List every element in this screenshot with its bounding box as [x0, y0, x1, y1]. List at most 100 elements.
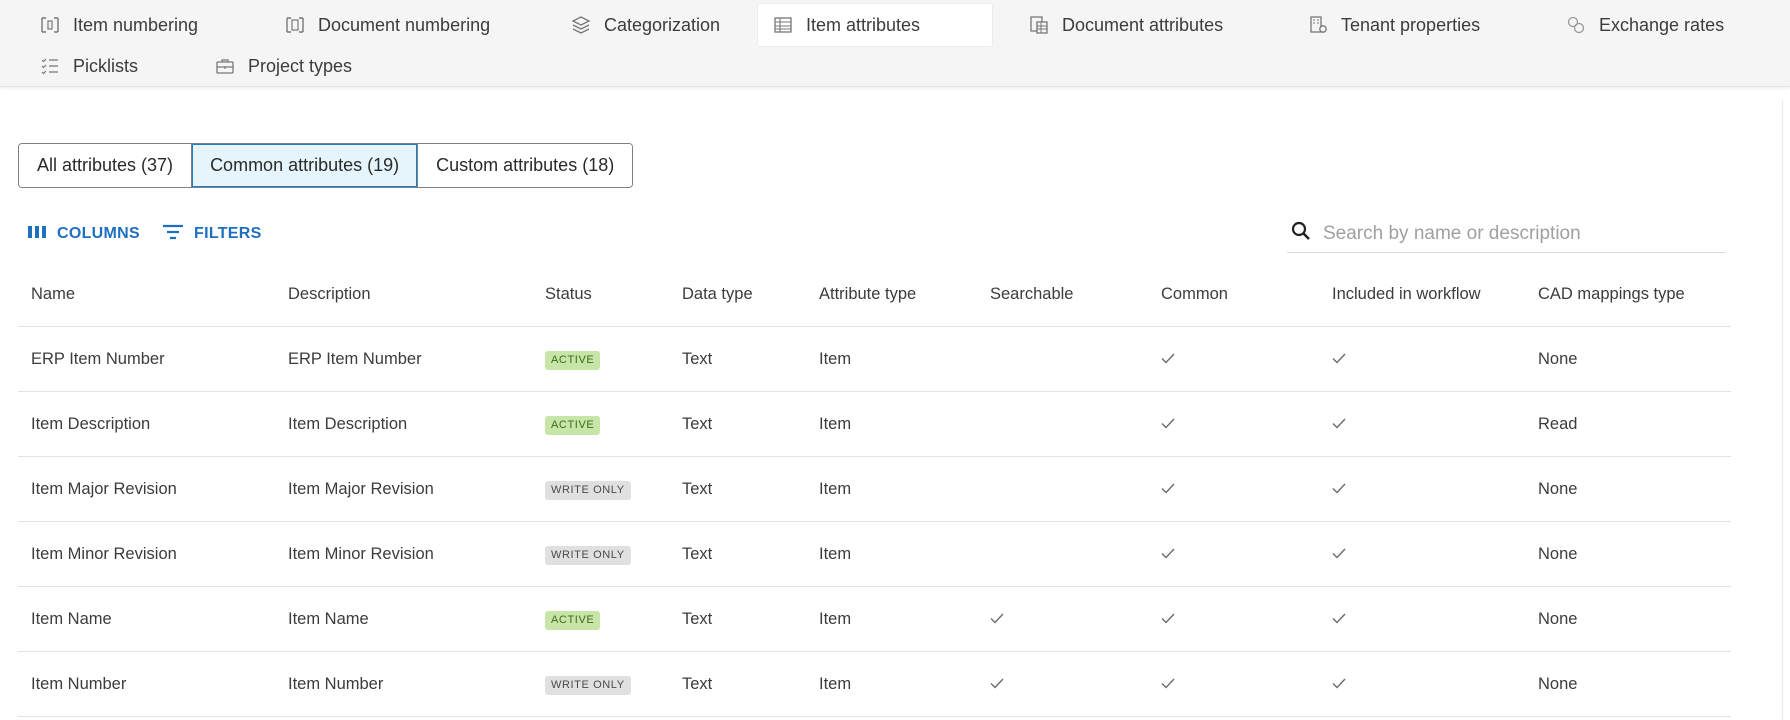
tab-label: Document numbering: [318, 14, 491, 35]
checkmark-icon: [1332, 674, 1346, 694]
cell-status: WRITE ONLY: [532, 544, 669, 565]
checkmark-icon: [1161, 349, 1175, 369]
cell-attribute-type: Item: [819, 414, 852, 433]
tab-label: Item numbering: [73, 14, 199, 35]
cell-data-type: Text: [682, 544, 713, 563]
document-numbering-icon: [284, 14, 306, 36]
cell-description: Item Name: [288, 609, 369, 628]
custom-attributes-button[interactable]: Custom attributes (18): [418, 144, 633, 187]
table-row[interactable]: Item Minor Revision Item Minor Revision WR…: [18, 522, 1731, 587]
checkmark-icon: [1161, 544, 1175, 564]
column-header-data-type[interactable]: Data type: [669, 285, 806, 304]
tab-label: Document attributes: [1062, 14, 1224, 35]
columns-button[interactable]: COLUMNS: [27, 220, 140, 248]
filters-button[interactable]: FILTERS: [162, 220, 262, 248]
attribute-filter-segmented-control: All attributes (37) Common attributes (1…: [18, 143, 634, 188]
cell-included-in-workflow: [1319, 609, 1525, 629]
checkmark-icon: [1161, 414, 1175, 434]
cell-description: Item Description: [288, 414, 408, 433]
table-row[interactable]: Item Major Revision Item Major Revision WR…: [18, 457, 1731, 522]
status-badge: ACTIVE: [545, 350, 601, 370]
checkmark-icon: [1332, 414, 1346, 434]
cell-included-in-workflow: [1319, 544, 1525, 564]
tab-project-types[interactable]: Project types: [200, 45, 366, 87]
cell-common: [1148, 674, 1319, 694]
cell-description: ERP Item Number: [288, 349, 422, 368]
cell-name: Item Major Revision: [31, 479, 177, 498]
cell-data-type: Text: [682, 414, 713, 433]
tab-label: Project types: [248, 55, 353, 76]
tab-label: Item attributes: [806, 14, 921, 35]
cell-cad-mappings-type: None: [1538, 609, 1578, 628]
cell-included-in-workflow: [1319, 479, 1525, 499]
briefcase-icon: [214, 55, 236, 77]
column-header-included-in-workflow[interactable]: Included in workflow: [1319, 285, 1525, 304]
checkmark-icon: [1332, 544, 1346, 564]
checkmark-icon: [990, 609, 1004, 629]
checkmark-icon: [1332, 349, 1346, 369]
cell-cad-mappings-type: None: [1538, 544, 1578, 563]
cell-cad-mappings-type: None: [1538, 674, 1578, 693]
cell-description: Item Minor Revision: [288, 544, 434, 563]
cell-description: Item Major Revision: [288, 479, 434, 498]
all-attributes-button[interactable]: All attributes (37): [19, 144, 193, 187]
cell-status: ACTIVE: [532, 414, 669, 435]
search-box: [1287, 215, 1725, 253]
cell-name: Item Name: [31, 609, 112, 628]
cell-common: [1148, 544, 1319, 564]
search-input[interactable]: [1323, 222, 1703, 245]
column-header-cad-mappings-type[interactable]: CAD mappings type: [1525, 285, 1731, 304]
cell-searchable: [977, 674, 1148, 694]
tab-item-numbering[interactable]: Item numbering: [25, 4, 212, 46]
table-header-row: Name Description Status Data type Attrib…: [18, 262, 1731, 327]
tab-label: Categorization: [604, 14, 721, 35]
checkmark-icon: [1332, 479, 1346, 499]
status-badge: ACTIVE: [545, 415, 601, 435]
cell-status: ACTIVE: [532, 609, 669, 630]
checkmark-icon: [1332, 609, 1346, 629]
tab-picklists[interactable]: Picklists: [25, 45, 152, 87]
vertical-scrollbar[interactable]: [1782, 100, 1790, 720]
tab-item-attributes[interactable]: Item attributes: [758, 4, 992, 46]
columns-label: COLUMNS: [57, 225, 140, 242]
column-header-searchable[interactable]: Searchable: [977, 285, 1148, 304]
tab-tenant-properties[interactable]: Tenant properties: [1293, 4, 1494, 46]
column-header-attribute-type[interactable]: Attribute type: [806, 285, 977, 304]
table-body: ERP Item Number ERP Item Number ACTIVE Text…: [18, 327, 1731, 717]
cell-attribute-type: Item: [819, 544, 852, 563]
status-badge: WRITE ONLY: [545, 480, 631, 500]
cell-data-type: Text: [682, 674, 713, 693]
cell-attribute-type: Item: [819, 609, 852, 628]
common-attributes-button[interactable]: Common attributes (19): [192, 144, 419, 187]
table-row[interactable]: Item Name Item Name ACTIVE Text Item None: [18, 587, 1731, 652]
layers-icon: [570, 14, 592, 36]
status-badge: WRITE ONLY: [545, 545, 631, 565]
column-header-description[interactable]: Description: [275, 285, 532, 304]
document-table-icon: [1028, 14, 1050, 36]
tab-document-numbering[interactable]: Document numbering: [270, 4, 504, 46]
table-row[interactable]: Item Description Item Description ACTIVE Te…: [18, 392, 1731, 457]
filter-icon: [162, 223, 184, 246]
cell-included-in-workflow: [1319, 414, 1525, 434]
table-row[interactable]: Item Number Item Number WRITE ONLY Text Item…: [18, 652, 1731, 717]
cell-data-type: Text: [682, 609, 713, 628]
cell-common: [1148, 414, 1319, 434]
cell-cad-mappings-type: None: [1538, 479, 1578, 498]
cell-common: [1148, 349, 1319, 369]
column-header-name[interactable]: Name: [18, 285, 275, 304]
cell-data-type: Text: [682, 479, 713, 498]
cell-included-in-workflow: [1319, 349, 1525, 369]
checkmark-icon: [990, 674, 1004, 694]
cell-name: Item Minor Revision: [31, 544, 177, 563]
tab-exchange-rates[interactable]: Exchange rates: [1551, 4, 1738, 46]
table-row[interactable]: ERP Item Number ERP Item Number ACTIVE Text…: [18, 327, 1731, 392]
checkmark-icon: [1161, 609, 1175, 629]
filters-label: FILTERS: [194, 225, 262, 242]
cell-description: Item Number: [288, 674, 384, 693]
tab-document-attributes[interactable]: Document attributes: [1014, 4, 1237, 46]
column-header-status[interactable]: Status: [532, 285, 669, 304]
tab-categorization[interactable]: Categorization: [556, 4, 734, 46]
exchange-icon: [1565, 14, 1587, 36]
attributes-table: Name Description Status Data type Attrib…: [18, 262, 1731, 717]
column-header-common[interactable]: Common: [1148, 285, 1319, 304]
